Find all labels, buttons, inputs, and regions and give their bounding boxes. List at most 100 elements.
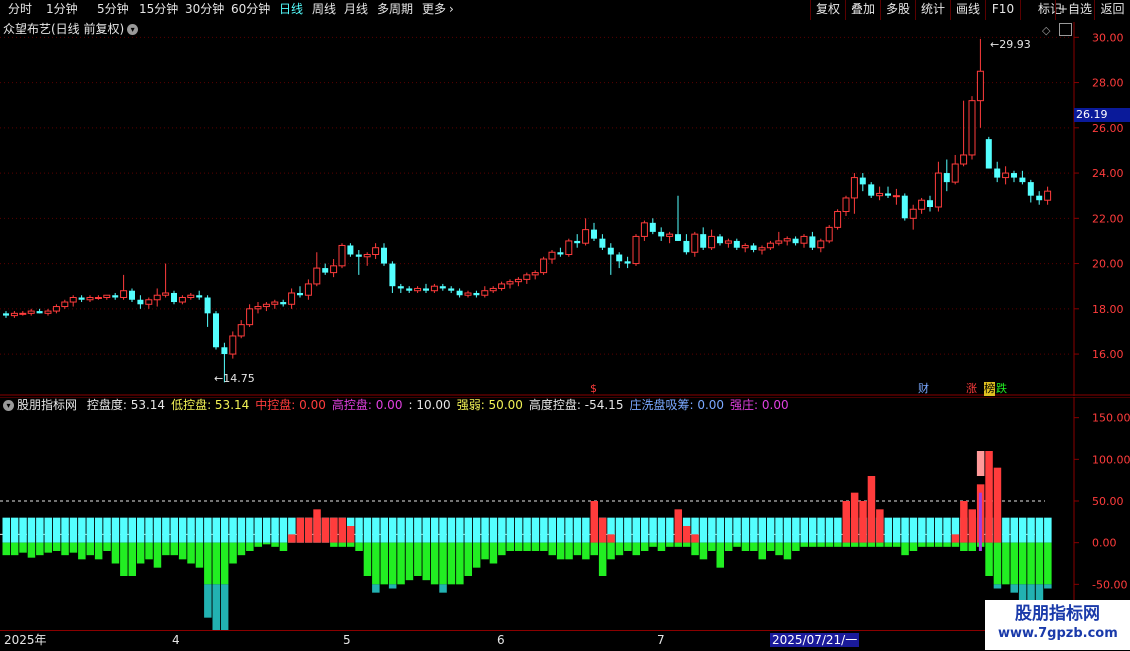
- indicator-bar: [716, 517, 724, 568]
- limit-down-marker[interactable]: 跌: [996, 382, 1007, 396]
- candle: [649, 218, 656, 235]
- limit-up-marker[interactable]: 涨: [966, 382, 977, 396]
- chevron-right-icon[interactable]: ›: [449, 2, 454, 17]
- indicator-bar: [489, 517, 498, 564]
- candle: [137, 295, 144, 309]
- button-add-watchlist[interactable]: +自选: [1055, 0, 1094, 20]
- indicator-bar: [472, 517, 481, 568]
- button-back[interactable]: 返回: [1094, 0, 1130, 20]
- param-value: 0.00: [758, 398, 789, 412]
- indicator-bar: [682, 517, 691, 547]
- indicator-bar: [271, 517, 279, 547]
- indicator-bar: [296, 517, 304, 543]
- dragon-tiger-marker[interactable]: 榜: [984, 382, 995, 396]
- param-value: 0.00: [371, 398, 403, 412]
- indicator-bar: [178, 517, 187, 560]
- indicator-bar: [447, 517, 456, 585]
- param-label: 高度控盘:: [528, 398, 581, 412]
- button-mark-visible[interactable]: 标记: [1020, 0, 1062, 20]
- tab-60min[interactable]: 60分钟: [231, 2, 270, 17]
- chevron-down-icon[interactable]: ▾: [3, 400, 14, 411]
- indicator-bar: [456, 517, 464, 585]
- button-overlay[interactable]: 叠加: [845, 0, 880, 20]
- candle: [1027, 179, 1034, 203]
- indicator-bar: [61, 517, 69, 556]
- current-price-tag: 26.19: [1074, 108, 1130, 122]
- chevron-down-icon[interactable]: ▾: [127, 24, 139, 35]
- tab-fenshi[interactable]: 分时: [8, 2, 32, 17]
- indicator-bar: [506, 517, 514, 551]
- candle: [381, 243, 387, 266]
- button-stats[interactable]: 统计: [915, 0, 950, 20]
- indicator-bar: [792, 517, 800, 551]
- candlestick-chart[interactable]: 30.00 28.00 26.00 24.00 22.00 20.00 18.00 16.00: [0, 22, 1130, 396]
- indicator-bar: [162, 517, 170, 556]
- indicator-param: 高控盘: 0.00: [332, 398, 403, 412]
- candle: [112, 292, 119, 300]
- tab-daily[interactable]: 日线: [279, 2, 303, 17]
- tab-monthly[interactable]: 月线: [344, 2, 368, 17]
- candle: [204, 295, 211, 327]
- candle: [145, 297, 153, 309]
- candle: [640, 220, 648, 241]
- indicator-bar: [598, 517, 607, 576]
- candle: [1036, 191, 1043, 205]
- indicator-param: 低控盘: 53.14: [171, 398, 249, 412]
- axis-month-4: 4: [172, 633, 180, 647]
- indicator-bar: [380, 517, 388, 585]
- y-tick-label: 24.00: [1092, 167, 1124, 180]
- candle: [901, 193, 908, 221]
- candle: [288, 288, 296, 309]
- tab-15min[interactable]: 15分钟: [139, 2, 178, 17]
- button-draw[interactable]: 画线: [950, 0, 985, 20]
- indicator-bar: [565, 517, 573, 560]
- indicator-bar: [649, 517, 657, 547]
- y-tick-label: 50.00: [1092, 495, 1124, 508]
- indicator-bar: [850, 492, 859, 547]
- indicator-bar: [10, 517, 19, 556]
- candle: [187, 292, 195, 300]
- indicator-bar: [481, 517, 489, 560]
- tab-more[interactable]: 更多: [422, 2, 446, 17]
- candle: [985, 136, 992, 169]
- indicator-bar: [540, 517, 548, 551]
- button-multi-stock[interactable]: 多股: [880, 0, 915, 20]
- indicator-bar: [960, 501, 968, 551]
- high-price-label: ←29.93: [990, 38, 1031, 51]
- indicator-bar: [321, 517, 330, 543]
- candle: [934, 161, 942, 212]
- candle: [481, 286, 489, 298]
- indicator-bar: [86, 517, 94, 556]
- candle: [297, 286, 303, 298]
- indicator-name: 股朋指标网: [17, 398, 78, 412]
- candle: [514, 277, 522, 287]
- indicator-bar: [1010, 517, 1018, 593]
- indicator-chart[interactable]: 150.00 100.00 50.00 0.00 -50.00: [0, 397, 1130, 630]
- candle: [599, 234, 606, 250]
- param-label: 高控盘:: [331, 398, 372, 412]
- button-f10[interactable]: F10: [985, 0, 1020, 20]
- tab-5min[interactable]: 5分钟: [97, 2, 129, 17]
- event-marker[interactable]: $: [590, 382, 597, 396]
- indicator-bar: [582, 517, 590, 560]
- diamond-icon[interactable]: ◇: [1042, 24, 1050, 38]
- button-fuquan[interactable]: 复权: [810, 0, 845, 20]
- candle: [1002, 166, 1010, 185]
- candle: [691, 231, 699, 257]
- indicator-param: 中控盘: 0.00: [255, 398, 326, 412]
- indicator-bar: [951, 517, 960, 547]
- indicator-bar: [212, 517, 220, 630]
- indicator-param: 强庄: 0.00: [730, 398, 789, 412]
- window-icon[interactable]: [1059, 23, 1072, 36]
- candle: [271, 299, 279, 309]
- tab-multi-period[interactable]: 多周期: [377, 2, 413, 17]
- tab-1min[interactable]: 1分钟: [46, 2, 78, 17]
- tab-30min[interactable]: 30分钟: [185, 2, 224, 17]
- finance-marker[interactable]: 财: [918, 382, 929, 396]
- candle: [994, 161, 1001, 183]
- watermark-url: www.7gpzb.com: [998, 626, 1118, 641]
- indicator-bar: [136, 517, 145, 564]
- indicator-bar: [699, 517, 708, 560]
- candle: [724, 238, 732, 248]
- tab-weekly[interactable]: 周线: [312, 2, 336, 17]
